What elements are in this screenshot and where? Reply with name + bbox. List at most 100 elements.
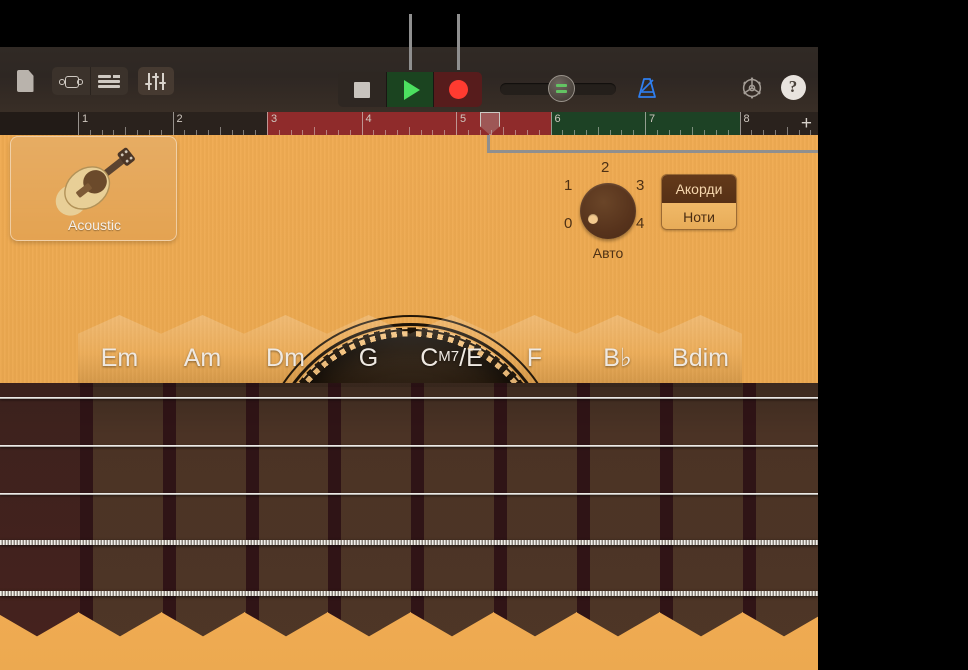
chord-button[interactable]: G (327, 315, 410, 387)
knob-position-1[interactable]: 1 (564, 177, 572, 194)
help-label: ? (781, 75, 806, 100)
stop-button[interactable] (338, 72, 386, 107)
chord-notch (0, 612, 79, 670)
playhead[interactable] (480, 112, 500, 136)
knob-position-3[interactable]: 3 (636, 177, 644, 194)
chord-button[interactable]: B♭ (576, 315, 659, 387)
knob-position-0[interactable]: 0 (564, 215, 572, 232)
play-icon (404, 80, 420, 100)
apple-loops-icon[interactable] (52, 67, 90, 95)
autoplay-knob[interactable] (580, 183, 636, 239)
chord-notch (161, 612, 245, 670)
bar-ticks (362, 128, 457, 135)
metronome-glyph (634, 75, 660, 101)
record-icon (449, 80, 468, 99)
guitar-string[interactable] (0, 493, 818, 495)
callout-line-play (409, 14, 412, 70)
bar-number: 2 (177, 113, 183, 125)
bar-ticks (173, 128, 268, 135)
knob-caption: Авто (560, 245, 656, 261)
knob-indicator (588, 214, 598, 224)
bar-number: 4 (366, 113, 372, 125)
stop-icon (354, 82, 370, 98)
knob-position-4[interactable]: 4 (636, 215, 644, 232)
screenshot-root: ? 12345678 + (0, 0, 968, 670)
chord-superscript: M7 (438, 348, 459, 365)
chord-button[interactable]: Bdim (659, 315, 742, 387)
instrument-name: Acoustic (11, 217, 178, 233)
chord-label: F (527, 346, 542, 371)
chord-notch (576, 612, 660, 670)
guitar-string[interactable] (0, 540, 818, 545)
guitar-string[interactable] (0, 445, 818, 447)
ruler-bar[interactable]: 4 (362, 112, 457, 135)
chord-button[interactable]: Am (161, 315, 244, 387)
bar-number: 8 (744, 113, 750, 125)
instrument-card[interactable]: Acoustic (10, 136, 177, 241)
playhead-handle[interactable] (480, 112, 500, 135)
chord-label: G (359, 346, 378, 371)
chord-notch (244, 612, 328, 670)
smart-controls-icon[interactable] (138, 67, 174, 95)
bar-ticks (267, 128, 362, 135)
bar-number: 7 (649, 113, 655, 125)
chord-label: Am (184, 346, 222, 371)
browser-toggle-group (52, 67, 128, 95)
transport-controls (338, 72, 482, 107)
chord-button[interactable]: Dm (244, 315, 327, 387)
gear-glyph (738, 74, 766, 102)
guitar-string[interactable] (0, 591, 818, 596)
guitar-body: Acoustic 1 2 3 0 4 Авто Акорди Ноти (0, 135, 818, 670)
help-button[interactable]: ? (779, 73, 807, 101)
metronome-icon[interactable] (632, 71, 662, 105)
chord-notch (659, 612, 743, 670)
chord-strip: Em Am Dm G CM7/E F B♭ Bdim (0, 315, 818, 387)
fretboard (0, 383, 818, 670)
list-view-icon[interactable] (90, 67, 128, 95)
ruler-bar[interactable]: 5 (456, 112, 551, 135)
acoustic-guitar-icon (45, 145, 145, 217)
bar-number: 3 (271, 113, 277, 125)
document-icon[interactable] (12, 67, 38, 95)
chord-notch (327, 612, 411, 670)
chord-label: Dm (266, 346, 305, 371)
bar-ticks (551, 128, 646, 135)
ruler-bar[interactable]: 7 (645, 112, 740, 135)
chord-notch (78, 612, 162, 670)
gear-icon[interactable] (736, 71, 768, 105)
chords-mode-button[interactable]: Акорди (662, 175, 736, 203)
garageband-window: ? 12345678 + (0, 47, 818, 670)
ruler-bar[interactable]: 2 (173, 112, 268, 135)
bar-ticks (78, 128, 173, 135)
master-level-slider[interactable] (500, 83, 616, 95)
bar-ticks (456, 128, 551, 135)
notes-mode-button[interactable]: Ноти (662, 203, 736, 230)
chord-label: CM7/E (420, 346, 483, 371)
knob-position-2[interactable]: 2 (601, 159, 609, 176)
bar-number: 6 (555, 113, 561, 125)
record-button[interactable] (434, 72, 482, 107)
slider-knob[interactable] (548, 75, 575, 102)
add-track-button[interactable]: + (801, 114, 812, 133)
callout-line-record (457, 14, 460, 70)
bar-number: 5 (460, 113, 466, 125)
timeline-ruler[interactable]: 12 3 4 5 6 7 8 + (0, 112, 818, 135)
ruler-bar[interactable]: 6 (551, 112, 646, 135)
mode-toggle: Акорди Ноти (661, 174, 737, 230)
chord-label: Em (101, 346, 139, 371)
ruler-bar[interactable]: 3 (267, 112, 362, 135)
play-button[interactable] (386, 72, 434, 107)
chord-notches (0, 612, 818, 670)
guitar-string[interactable] (0, 397, 818, 399)
autoplay-knob-group: 1 2 3 0 4 Авто (560, 157, 656, 277)
bar-ticks (645, 128, 740, 135)
chord-notch (410, 612, 494, 670)
chord-notch (742, 612, 818, 670)
chord-label: B♭ (603, 346, 631, 371)
ruler-bar[interactable]: 1 (78, 112, 173, 135)
chord-button[interactable]: Em (78, 315, 161, 387)
chord-notch (493, 612, 577, 670)
chord-label: Bdim (672, 346, 729, 371)
chord-button[interactable]: CM7/E (410, 315, 493, 387)
chord-button[interactable]: F (493, 315, 576, 387)
